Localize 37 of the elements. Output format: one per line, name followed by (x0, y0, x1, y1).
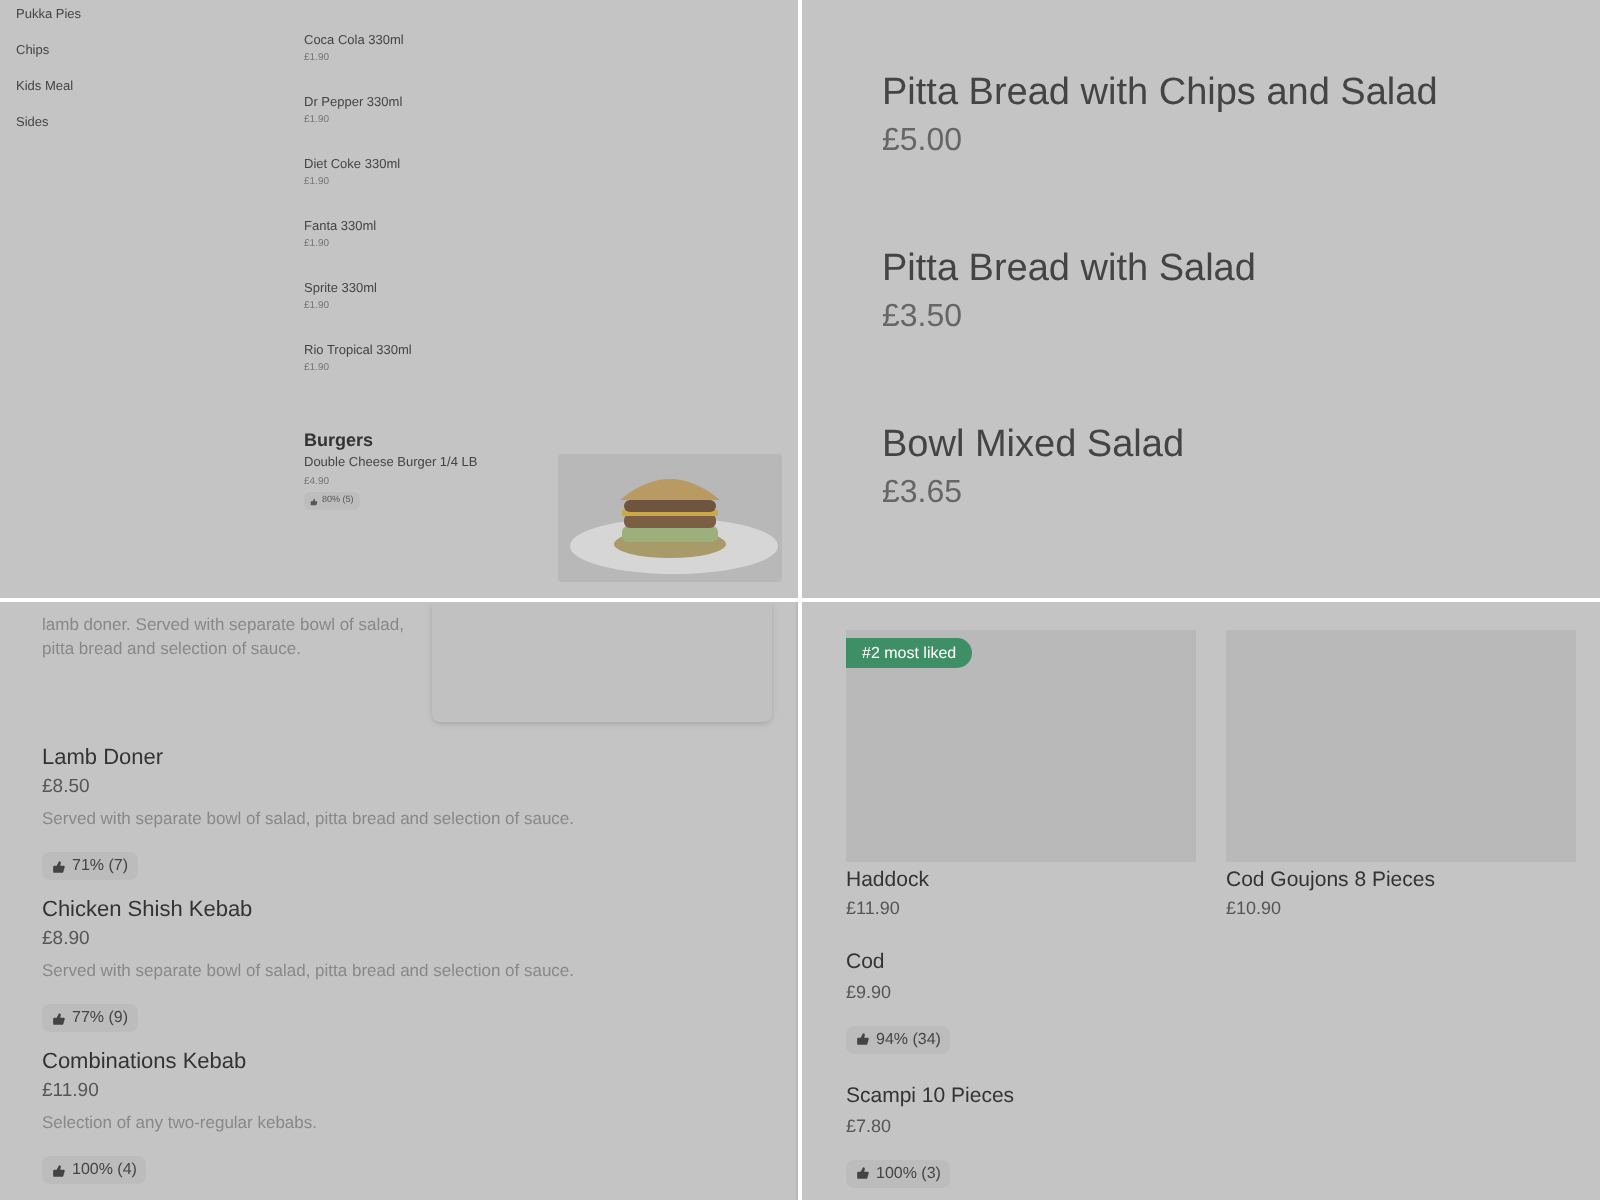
thumbs-up-icon (52, 1163, 66, 1178)
item-name: Bowl Mixed Salad (882, 422, 1187, 470)
item-name: Scampi 10 Pieces (846, 1082, 1017, 1110)
item-description: Served with separate bowl of salad, pitta bread and selection of sauce. (42, 957, 577, 984)
rating-badge: 71% (7) (42, 852, 139, 881)
section-heading: Burgers (304, 428, 376, 452)
item-description: Selection of any two-regular kebabs. (42, 1109, 319, 1136)
rating-badge: 77% (9) (42, 1004, 139, 1033)
item-price: £9.90 (846, 980, 894, 1006)
item-price: £7.80 (846, 1114, 894, 1140)
item-name: Combinations Kebab (42, 1047, 249, 1076)
item-price: £8.90 (42, 925, 92, 954)
thumbs-up-icon (856, 1166, 870, 1180)
item-price: £8.50 (42, 773, 92, 802)
item-description: lamb doner. Served with separate bowl of salad, pitta bread and selection of sauce. (42, 612, 406, 662)
item-price: £11.90 (42, 1077, 101, 1106)
item-price: £3.65 (882, 474, 965, 514)
item-name: Cod (846, 948, 887, 976)
thumbs-up-icon (52, 859, 66, 874)
item-description: Served with separate bowl of salad, pitta bread and selection of sauce. (42, 805, 577, 832)
item-name: Lamb Doner (42, 743, 166, 772)
rating-badge: 100% (4) (42, 1156, 147, 1185)
item-price: £5.00 (882, 122, 965, 162)
item-price: £3.50 (882, 298, 965, 338)
item-price: £11.90 (846, 896, 902, 922)
item-name: Cod Goujons 8 Pieces (1226, 866, 1437, 894)
item-price: £10.90 (1226, 896, 1284, 922)
item-name: Chicken Shish Kebab (42, 895, 255, 924)
item-name: Pitta Bread with Chips and Salad (882, 70, 1440, 118)
thumbs-up-icon (856, 1032, 870, 1046)
thumbs-up-icon (52, 1011, 66, 1026)
item-name: Pitta Bread with Salad (882, 246, 1258, 294)
rating-badge: 94% (34) (846, 1025, 951, 1053)
rating-badge: 100% (3) (846, 1159, 951, 1187)
most-liked-badge: #2 most liked (846, 638, 973, 668)
item-name: Haddock (846, 866, 931, 894)
thumbs-up-icon (310, 497, 318, 505)
